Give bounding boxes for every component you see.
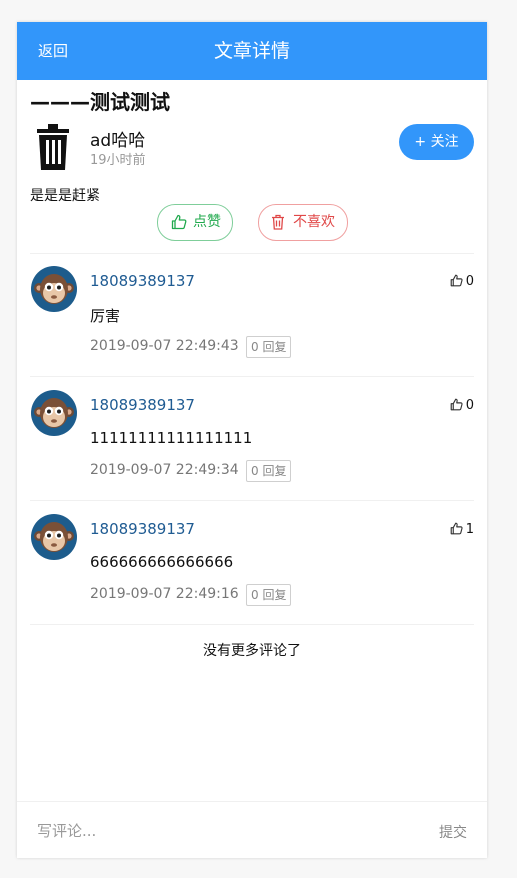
- dislike-label: 不喜欢: [293, 214, 335, 230]
- follow-button[interactable]: + 关注: [399, 124, 474, 160]
- thumbs-up-icon: [171, 214, 187, 230]
- thumbs-up-icon: [450, 398, 463, 411]
- comment-like-count: 0: [465, 274, 474, 289]
- article-body: 是是是赶紧: [30, 188, 100, 204]
- comment-like-button[interactable]: 0: [450, 398, 474, 413]
- author-row: ad哈哈 19小时前 + 关注: [30, 124, 474, 172]
- divider: [30, 376, 474, 377]
- comment-text: 厉害: [90, 307, 121, 325]
- monkey-avatar: [31, 514, 77, 560]
- comment-like-button[interactable]: 0: [450, 274, 474, 289]
- divider: [30, 500, 474, 501]
- comment-like-count: 0: [465, 398, 474, 413]
- trash-icon: [37, 124, 69, 170]
- comment-date: 2019-09-07 22:49:43: [90, 338, 239, 354]
- like-button[interactable]: 点赞: [157, 204, 233, 241]
- comment-like-count: 1: [465, 522, 474, 537]
- comment-item: 18089389137 1 666666666666666 2019-09-07…: [30, 514, 474, 624]
- comment-text: 11111111111111111: [90, 429, 253, 447]
- comment-username[interactable]: 18089389137: [90, 272, 195, 290]
- comment-item: 18089389137 0 11111111111111111 2019-09-…: [30, 390, 474, 500]
- dislike-button[interactable]: 不喜欢: [258, 204, 348, 241]
- comment-username[interactable]: 18089389137: [90, 520, 195, 538]
- divider: [30, 253, 474, 254]
- thumbs-up-icon: [450, 274, 463, 287]
- like-label: 点赞: [193, 214, 221, 230]
- reply-button[interactable]: 0 回复: [246, 460, 292, 482]
- page-title: 文章详情: [213, 40, 290, 62]
- author-name[interactable]: ad哈哈: [90, 126, 145, 151]
- comment-date: 2019-09-07 22:49:34: [90, 462, 239, 478]
- no-more-comments: 没有更多评论了: [203, 643, 301, 659]
- post-time: 19小时前: [90, 153, 146, 168]
- reply-button[interactable]: 0 回复: [246, 584, 292, 606]
- comment-item: 18089389137 0 厉害 2019-09-07 22:49:43 0 回…: [30, 266, 474, 376]
- comment-text: 666666666666666: [90, 553, 234, 571]
- monkey-avatar: [31, 266, 77, 312]
- submit-button[interactable]: 提交: [439, 822, 467, 842]
- article-title: ———测试测试: [30, 90, 170, 114]
- app-screen: 返回 文章详情 ———测试测试 ad哈哈 19小时前 + 关注 是是是赶紧 点赞: [17, 22, 487, 858]
- footer-divider: [17, 801, 487, 802]
- comment-like-button[interactable]: 1: [450, 522, 474, 537]
- comment-date: 2019-09-07 22:49:16: [90, 586, 239, 602]
- monkey-avatar: [31, 390, 77, 436]
- thumbs-up-icon: [450, 522, 463, 535]
- comment-input[interactable]: [37, 817, 397, 845]
- trash-icon: [272, 214, 284, 230]
- reply-button[interactable]: 0 回复: [246, 336, 292, 358]
- comment-username[interactable]: 18089389137: [90, 396, 195, 414]
- header-bar: 返回 文章详情: [17, 22, 487, 80]
- divider: [30, 624, 474, 625]
